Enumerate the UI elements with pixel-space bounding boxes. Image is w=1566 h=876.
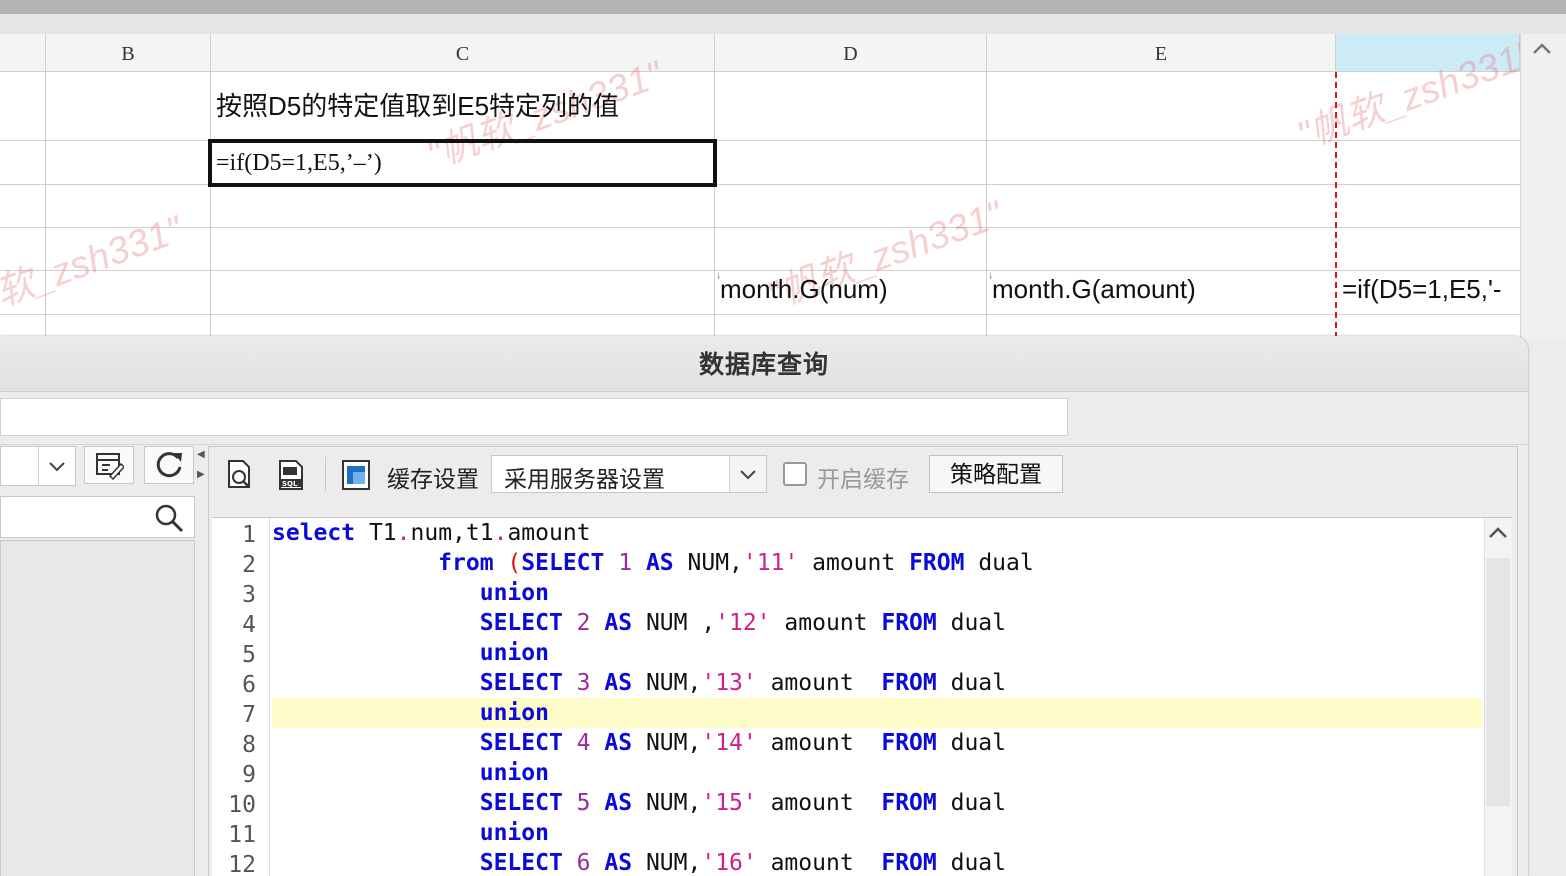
- svg-text:SQL: SQL: [282, 480, 298, 488]
- table-search-input[interactable]: [0, 496, 195, 538]
- cell-f5-text: =if(D5=1,E5,'-: [1342, 274, 1502, 304]
- enable-cache-checkbox[interactable]: [783, 462, 807, 486]
- scroll-up-icon[interactable]: [1487, 526, 1509, 540]
- refresh-button[interactable]: [144, 446, 194, 484]
- grid-line: [714, 72, 715, 338]
- code-line: from (SELECT 1 AS NUM,'11' amount FROM d…: [438, 550, 1034, 576]
- sql-editor-panel: SQL 缓存设置 采用服务器设置 开启缓存 策略配置 1 2 3 4 5 6 7…: [208, 446, 1518, 876]
- window-toolbar-strip: [0, 14, 1566, 34]
- code-line: select T1.num,t1.amount: [272, 520, 591, 546]
- line-number: 8: [242, 732, 256, 758]
- code-line: union: [479, 580, 549, 606]
- divider: [0, 444, 1528, 445]
- cache-icon[interactable]: [341, 459, 371, 491]
- column-header-b[interactable]: B: [46, 34, 211, 72]
- search-icon[interactable]: [154, 503, 184, 533]
- grid-line: [210, 72, 211, 338]
- enable-cache-label: 开启缓存: [817, 466, 909, 492]
- code-line: SELECT 5 AS NUM,'15' amount FROM dual: [479, 790, 1006, 816]
- line-number: 11: [228, 822, 256, 848]
- cell-c2-formula: =if(D5=1,E5,’–’): [216, 150, 382, 176]
- column-header-d[interactable]: D: [715, 34, 987, 72]
- chevron-down-icon: [49, 462, 65, 472]
- line-number: 3: [242, 582, 256, 608]
- table-edit-icon: [96, 453, 126, 481]
- datasource-panel: ◀ ▶: [0, 446, 205, 876]
- code-line: union: [479, 700, 549, 726]
- preview-table-button[interactable]: [84, 446, 134, 484]
- table-tree[interactable]: [0, 540, 195, 876]
- cell-e5-text: month.G(amount): [992, 274, 1196, 304]
- datasource-select[interactable]: [0, 446, 76, 486]
- code-line: SELECT 6 AS NUM,'16' amount FROM dual: [479, 850, 1006, 876]
- database-query-dialog: 数据库查询 ◀ ▶ SQL 缓存设置 采用服务器设置 开启缓存 策略配置 1 2…: [0, 336, 1528, 876]
- dropdown-button[interactable]: [38, 447, 75, 485]
- chevron-down-icon: [740, 470, 756, 480]
- line-number: 2: [242, 552, 256, 578]
- column-header-a[interactable]: [0, 34, 46, 72]
- dialog-title: 数据库查询: [0, 336, 1528, 392]
- sheet-vertical-scrollbar[interactable]: [1520, 34, 1566, 338]
- cell-c1-text: 按照D5的特定值取到E5特定列的值: [216, 91, 620, 121]
- scroll-up-icon[interactable]: [1531, 42, 1553, 56]
- dropdown-button[interactable]: [729, 456, 766, 492]
- line-number: 1: [242, 522, 256, 548]
- grid-line: [0, 227, 1520, 228]
- refresh-icon: [156, 452, 182, 478]
- code-line: SELECT 2 AS NUM ,'12' amount FROM dual: [479, 610, 1006, 636]
- code-line: union: [479, 760, 549, 786]
- line-number: 4: [242, 612, 256, 638]
- cache-mode-value: 采用服务器设置: [504, 466, 665, 492]
- collapse-arrows-icon[interactable]: ◀ ▶: [197, 450, 205, 480]
- cell-d5-text: month.G(num): [720, 274, 888, 304]
- strategy-config-button[interactable]: 策略配置: [929, 455, 1063, 493]
- grid-line: [0, 314, 1520, 315]
- sql-file-icon[interactable]: SQL: [277, 459, 307, 491]
- line-number: 9: [242, 762, 256, 788]
- active-cell-c2[interactable]: =if(D5=1,E5,’–’): [208, 139, 717, 187]
- cache-settings-label: 缓存设置: [387, 466, 479, 492]
- line-number: 6: [242, 672, 256, 698]
- spreadsheet-grid[interactable]: B C D E "帆软_zsh331" "帆软_zsh331" "帆软_zsh3…: [0, 34, 1520, 338]
- line-number: 7: [242, 702, 256, 728]
- code-line: SELECT 3 AS NUM,'13' amount FROM dual: [479, 670, 1006, 696]
- dataset-name-input[interactable]: [0, 398, 1068, 436]
- scrollbar-thumb[interactable]: [1486, 558, 1510, 806]
- toolbar-separator: [325, 457, 326, 491]
- preview-icon[interactable]: [225, 459, 255, 491]
- column-header-e[interactable]: E: [987, 34, 1336, 72]
- code-line: SELECT 4 AS NUM,'14' amount FROM dual: [479, 730, 1006, 756]
- window-top-strip: [0, 0, 1566, 14]
- code-line: union: [479, 640, 549, 666]
- code-line: union: [479, 820, 549, 846]
- page-boundary-line: [1335, 72, 1337, 338]
- line-number: 10: [228, 792, 256, 818]
- cache-mode-select[interactable]: 采用服务器设置: [491, 455, 767, 493]
- line-number: 5: [242, 642, 256, 668]
- sql-editor[interactable]: 1 2 3 4 5 6 7 8 9 10 11 12 select T1.num…: [212, 517, 1512, 876]
